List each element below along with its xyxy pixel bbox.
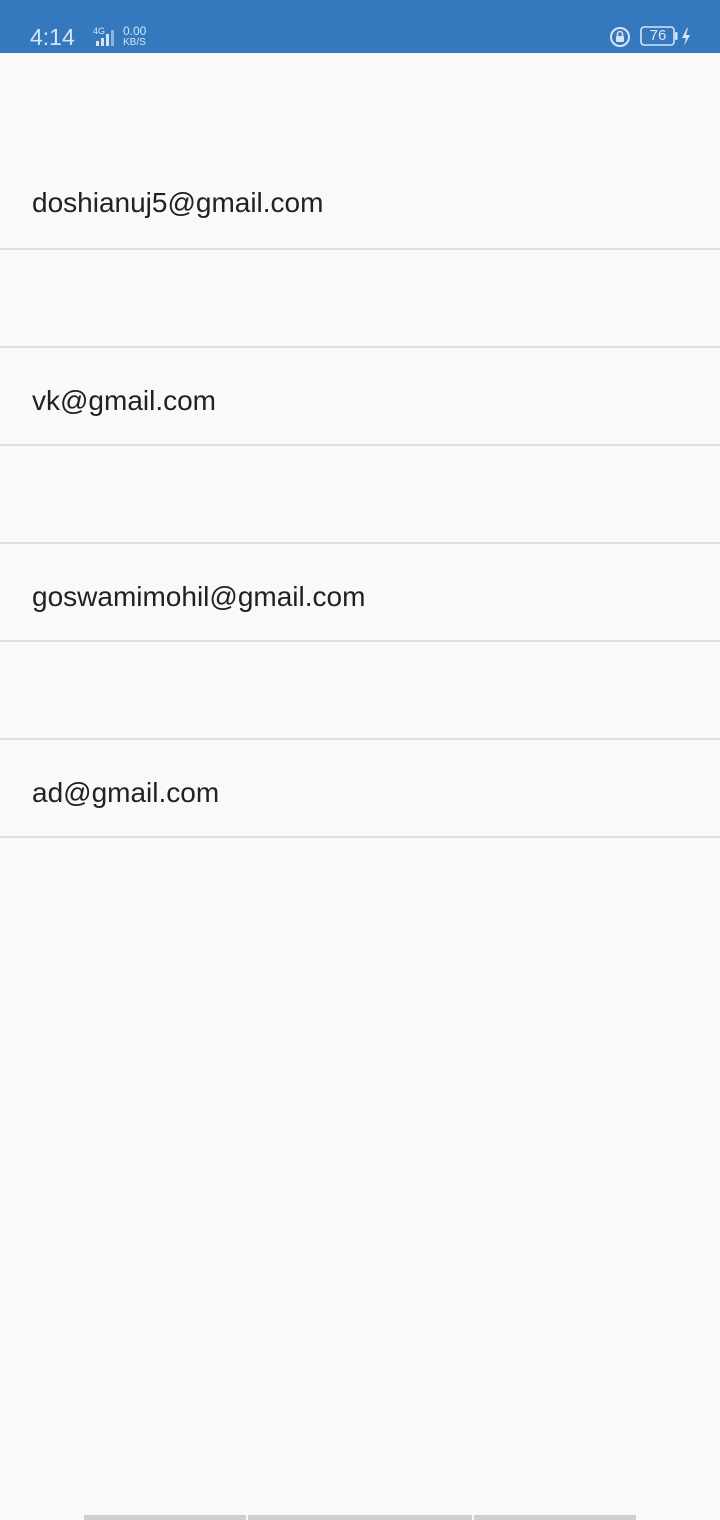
list-item[interactable]: ad@gmail.com [0,740,720,838]
status-bar: 4:14 4G 0.00 KB/S 76 [0,0,720,53]
nav-indicator-middle[interactable] [248,1515,472,1520]
list-item-email: goswamimohil@gmail.com [32,581,366,612]
email-list: doshianuj5@gmail.com vk@gmail.com goswam… [0,53,720,838]
rotation-lock-icon [610,27,630,47]
charging-icon [682,28,690,46]
nav-indicator-right[interactable] [474,1515,636,1520]
nav-indicator-left[interactable] [84,1515,246,1520]
list-item[interactable]: goswamimohil@gmail.com [0,544,720,642]
list-item[interactable] [0,642,720,740]
list-item[interactable]: vk@gmail.com [0,348,720,446]
list-item-email: doshianuj5@gmail.com [32,187,324,218]
list-item[interactable] [0,446,720,544]
data-speed-value: 0.00 [123,24,147,38]
signal-icon [96,30,114,46]
battery-level: 76 [649,27,667,44]
data-speed-unit: KB/S [123,37,146,48]
list-item-email: vk@gmail.com [32,385,217,416]
list-item[interactable] [0,250,720,348]
status-time: 4:14 [30,24,75,50]
list-item[interactable]: doshianuj5@gmail.com [0,53,720,250]
data-speed: 0.00 KB/S [123,25,146,48]
list-item-email: ad@gmail.com [32,777,220,808]
